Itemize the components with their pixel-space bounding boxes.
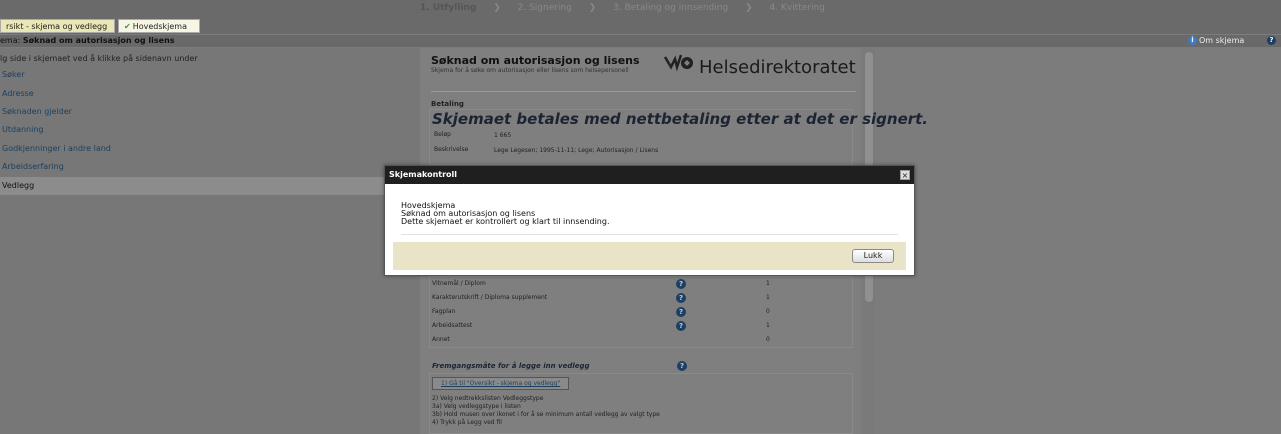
table-row: Karakterutskrift / Diploma supplement ? … <box>432 292 770 303</box>
sidebar-item-godkjenninger[interactable]: Godkjenninger i andre land <box>0 140 420 158</box>
dialog-divider <box>401 234 898 235</box>
question-icon[interactable]: ? <box>676 279 686 289</box>
step-separator: ❯ <box>493 3 501 13</box>
vedlegg-type: Karakterutskrift / Diploma supplement <box>432 294 548 301</box>
belop-value: 1 665 <box>494 132 512 139</box>
beskrivelse-value: Lege Legesen; 1995-11-11; Lege; Autorisa… <box>494 147 659 154</box>
dialog-body: Hovedskjema Søknad om autorisasjon og li… <box>401 202 610 226</box>
beskrivelse-label: Beskrivelse <box>434 146 469 153</box>
dialog-footer: Lukk <box>393 242 906 270</box>
dialog-line-status: Dette skjemaet er kontrollert og klart t… <box>401 217 610 226</box>
vedlegg-type: Vitnemål / Diplom <box>432 280 486 287</box>
info-icon: i <box>1188 36 1197 45</box>
sidebar-instruction: lg side i skjemaet ved å klikke på siden… <box>0 54 198 63</box>
om-skjema-label: Om skjema <box>1199 36 1245 45</box>
dialog-title: Skjemakontroll <box>385 166 914 184</box>
fremgangsmate-label: Fremgangsmåte for å legge inn vedlegg <box>432 362 590 370</box>
vedlegg-count: 1 <box>766 294 770 301</box>
om-skjema-link[interactable]: i Om skjema <box>1188 35 1244 47</box>
step-separator: ❯ <box>588 3 597 13</box>
table-row: Vitnemål / Diplom ? 1 <box>432 278 770 289</box>
vedlegg-count: 0 <box>766 336 770 343</box>
vedlegg-type: Annet <box>432 336 450 343</box>
title-prefix: ema: <box>0 36 23 45</box>
check-icon: ✔ <box>124 22 131 31</box>
betaling-label: Betaling <box>431 100 464 108</box>
close-icon[interactable]: × <box>900 170 910 180</box>
tab-hovedskjema[interactable]: ✔ Hovedskjema <box>118 19 200 33</box>
question-icon: ? <box>1267 36 1276 45</box>
question-icon[interactable]: ? <box>676 307 686 317</box>
step-3: 3. Betaling og innsending <box>613 3 729 13</box>
tab-oversikt[interactable]: rsikt - skjema og vedlegg <box>0 19 115 33</box>
table-row: Annet 0 <box>432 334 770 345</box>
vedlegg-type: Fagplan <box>432 308 456 315</box>
sidebar-item-adresse[interactable]: Adresse <box>0 85 420 103</box>
progress-steps: 1. Utfylling ❯ 2. Signering ❯ 3. Betalin… <box>420 0 839 18</box>
sidebar-item-vedlegg[interactable]: Vedlegg <box>0 177 420 195</box>
skjemakontroll-dialog: Skjemakontroll × Hovedskjema Søknad om a… <box>384 165 915 276</box>
table-row: Fagplan ? 0 <box>432 306 770 317</box>
form-heading: Søknad om autorisasjon og lisens <box>431 54 640 67</box>
question-icon[interactable]: ? <box>676 293 686 303</box>
vedlegg-count: 1 <box>766 280 770 287</box>
step-1: 1. Utfylling <box>420 3 477 13</box>
sidebar-item-utdanning[interactable]: Utdanning <box>0 121 420 139</box>
question-icon[interactable]: ? <box>677 361 687 371</box>
divider <box>431 91 856 92</box>
tab-oversikt-label: rsikt - skjema og vedlegg <box>6 22 108 31</box>
sidebar-item-soker[interactable]: Søker <box>0 66 420 84</box>
step-2: 2. Signering <box>517 3 572 13</box>
oversikt-link-button[interactable]: 1) Gå til "Oversikt - skjema og vedlegg" <box>432 377 570 390</box>
belop-label: Beløp <box>434 131 451 138</box>
instruction-step: 3b) Hold musen over ikonet i for å se mi… <box>432 411 660 418</box>
lukk-button[interactable]: Lukk <box>852 249 894 263</box>
helsedirektoratet-logo: Helsedirektoratet <box>663 53 856 78</box>
instruction-step: 2) Velg nedtrekkslisten Vedleggstype <box>432 395 544 402</box>
form-title-bar: ema: Søknad om autorisasjon og lisens <box>0 35 1281 47</box>
page-title: Søknad om autorisasjon og lisens <box>22 36 175 45</box>
bird-logo-icon <box>663 53 693 78</box>
form-subheading: Skjema for å søke om autorisasjon eller … <box>431 67 629 74</box>
vedlegg-type: Arbeidsattest <box>432 322 473 329</box>
step-separator: ❯ <box>745 3 753 13</box>
vedlegg-count: 0 <box>766 308 770 315</box>
instruction-step: 3a) Velg vedleggstype i listen <box>432 403 521 410</box>
question-icon[interactable]: ? <box>676 321 686 331</box>
help-icon[interactable]: ? <box>1267 36 1278 45</box>
table-row: Arbeidsattest ? 1 <box>432 320 770 331</box>
vedlegg-count: 1 <box>766 322 770 329</box>
logo-text: Helsedirektoratet <box>699 57 856 78</box>
tab-hovedskjema-label: Hovedskjema <box>132 22 187 31</box>
sidebar-item-soknaden-gjelder[interactable]: Søknaden gjelder <box>0 103 420 121</box>
instruction-step: 4) Trykk på Legg ved fil <box>432 419 502 426</box>
step-4: 4. Kvittering <box>769 3 825 13</box>
payment-notice: Skjemaet betales med nettbetaling etter … <box>432 110 929 128</box>
sidebar-item-arbeidserfaring[interactable]: Arbeidserfaring <box>0 158 420 176</box>
